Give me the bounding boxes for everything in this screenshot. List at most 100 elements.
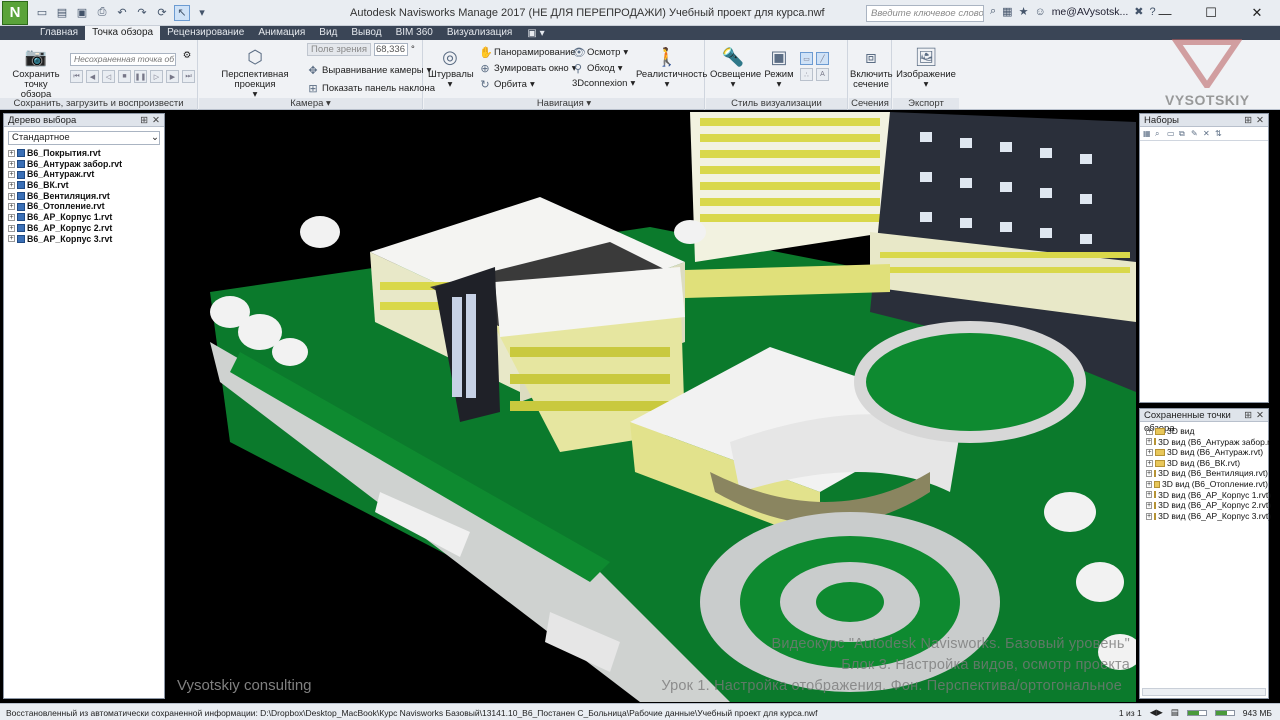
pin-icon[interactable]: ⊞ <box>1244 409 1252 421</box>
mode-button[interactable]: ▣ Режим ▾ <box>760 46 798 90</box>
panel-close-icon[interactable]: ✕ <box>1256 409 1264 421</box>
viewpoint-item[interactable]: +3D вид (В6_Антураж.rvt) <box>1140 447 1268 458</box>
realism-button[interactable]: 🚶 Реалистичность ▾ <box>636 46 707 90</box>
duplicate-icon[interactable]: ⧉ <box>1179 129 1188 138</box>
stop-icon[interactable]: ■ <box>118 70 131 83</box>
save-search-icon[interactable]: ⌕ <box>1155 129 1164 138</box>
save-viewpoint-button[interactable]: 📷 Сохранить точку обзора <box>8 46 64 100</box>
tree-item[interactable]: + В6_АР_Корпус 1.rvt <box>8 212 164 223</box>
play-back-icon[interactable]: ◁ <box>102 70 115 83</box>
open-file-icon[interactable]: ▤ <box>54 5 70 21</box>
pin-icon[interactable]: ⊞ <box>140 114 148 126</box>
maximize-button[interactable]: ☐ <box>1188 0 1234 26</box>
redo-icon[interactable]: ↷ <box>134 5 150 21</box>
3dconnexion-button[interactable]: 3Dconnexion ▾ <box>572 78 635 89</box>
tree-item[interactable]: + В6_Антураж.rvt <box>8 169 164 180</box>
tree-item[interactable]: + В6_Антураж забор.rvt <box>8 159 164 170</box>
viewpoint-item[interactable]: +3D вид (В6_АР_Корпус 3.rvt) <box>1140 511 1271 522</box>
lines-icon[interactable]: ╱ <box>816 52 829 65</box>
tab-view[interactable]: Вид <box>312 26 344 40</box>
fov-input[interactable]: 68,336 <box>374 43 408 56</box>
tab-review[interactable]: Рецензирование <box>160 26 251 40</box>
viewpoint-item[interactable]: +3D вид (В6_Отопление.rvt) <box>1140 479 1268 490</box>
enable-sectioning-button[interactable]: ⧈ Включить сечение <box>850 46 893 90</box>
align-camera-button[interactable]: ✥ Выравнивание камеры ▾ <box>307 64 431 77</box>
3d-viewport[interactable]: Vysotskiy consulting Видеокурс "Autodesk… <box>170 112 1136 702</box>
tab-home[interactable]: Главная <box>33 26 85 40</box>
tree-item[interactable]: + В6_Покрытия.rvt <box>8 148 164 159</box>
pan-button[interactable]: ✋ Панорамирование <box>479 46 576 59</box>
tab-bim360[interactable]: BIM 360 <box>389 26 440 40</box>
tree-item[interactable]: + В6_Отопление.rvt <box>8 201 164 212</box>
look-button[interactable]: 👁 Осмотр ▾ <box>572 46 628 59</box>
user-account[interactable]: me@AVysotsk... <box>1052 6 1129 18</box>
new-folder-icon[interactable]: ▭ <box>1167 129 1176 138</box>
last-frame-icon[interactable]: ⏭ <box>182 70 195 83</box>
viewpoint-item[interactable]: +3D вид (В6_АР_Корпус 1.rvt) <box>1140 490 1271 501</box>
play-icon[interactable]: ▷ <box>150 70 163 83</box>
brand-logo <box>1171 38 1243 100</box>
import-export-icon[interactable]: ⇅ <box>1215 129 1224 138</box>
save-icon[interactable]: ▣ <box>74 5 90 21</box>
tab-viewpoint[interactable]: Точка обзора <box>85 26 161 40</box>
saved-viewpoints-panel: Сохраненные точки обзора ⊞✕ +3D вид +3D … <box>1139 408 1271 699</box>
favorites-star-icon[interactable]: ★ <box>1019 5 1029 18</box>
user-icon[interactable]: ☺ <box>1034 6 1045 18</box>
first-frame-icon[interactable]: ⏮ <box>70 70 83 83</box>
lighting-button[interactable]: 🔦 Освещение ▾ <box>710 46 761 90</box>
save-selection-icon[interactable]: ▦ <box>1143 129 1152 138</box>
panel-close-icon[interactable]: ✕ <box>1256 114 1264 126</box>
qat-dropdown-icon[interactable]: ▾ <box>194 5 210 21</box>
pin-icon[interactable]: ⊞ <box>1244 114 1252 126</box>
refresh-icon[interactable]: ⟳ <box>154 5 170 21</box>
text-icon[interactable]: A <box>816 68 829 81</box>
app-menu-button[interactable]: N <box>2 0 28 25</box>
new-file-icon[interactable]: ▭ <box>34 5 50 21</box>
subscription-icon[interactable]: ▦ <box>1002 5 1012 18</box>
undo-icon[interactable]: ↶ <box>114 5 130 21</box>
tree-item[interactable]: + В6_ВК.rvt <box>8 180 164 191</box>
viewpoint-item[interactable]: +3D вид (В6_ВК.rvt) <box>1140 458 1268 469</box>
close-button[interactable]: ✕ <box>1234 0 1280 26</box>
binoculars-icon[interactable]: ⌕ <box>990 5 996 18</box>
horizontal-scrollbar[interactable] <box>1142 688 1266 696</box>
print-icon[interactable]: ⎙ <box>94 5 110 21</box>
panel-close-icon[interactable]: ✕ <box>152 114 160 126</box>
points-icon[interactable]: ∴ <box>800 68 813 81</box>
viewpoint-item[interactable]: +3D вид (В6_Антураж забор.r <box>1140 437 1270 448</box>
viewpoint-item[interactable]: +3D вид <box>1140 426 1268 437</box>
sheet-browser-icon[interactable]: ▤ <box>1171 707 1179 718</box>
viewpoint-settings-icon[interactable]: ⚙ <box>179 51 195 61</box>
perspective-button[interactable]: ⬡ Перспективная проекция ▾ <box>204 46 306 100</box>
pause-icon[interactable]: ❚❚ <box>134 70 147 83</box>
viewpoint-dropdown[interactable]: Несохраненная точка об <box>70 53 176 66</box>
file-icon <box>17 202 25 211</box>
select-cursor-icon[interactable]: ↖ <box>174 4 190 21</box>
tab-visualization[interactable]: Визуализация <box>440 26 519 40</box>
export-image-button[interactable]: 🖼 Изображение ▾ <box>895 46 957 90</box>
sheet-nav-icon[interactable]: ◀▶ <box>1150 707 1163 718</box>
add-comment-icon[interactable]: ✎ <box>1191 129 1200 138</box>
minimize-button[interactable]: — <box>1142 0 1188 26</box>
search-input[interactable]: Введите ключевое слово/фразу <box>866 5 984 22</box>
walk-button[interactable]: ⚲ Обход ▾ <box>572 62 623 75</box>
delete-icon[interactable]: ✕ <box>1203 129 1212 138</box>
orbit-button[interactable]: ↻ Орбита ▾ <box>479 78 534 91</box>
viewpoint-item[interactable]: +3D вид (В6_АР_Корпус 2.rvt) <box>1140 500 1271 511</box>
tree-item[interactable]: + В6_АР_Корпус 3.rvt <box>8 234 164 245</box>
model-scene <box>210 112 1136 702</box>
tree-item[interactable]: + В6_Вентиляция.rvt <box>8 191 164 202</box>
wheels-button[interactable]: ◎ Штурвалы ▾ <box>428 46 474 90</box>
prev-icon[interactable]: ◀ <box>86 70 99 83</box>
surfaces-icon[interactable]: ▭ <box>800 52 813 65</box>
group-label-render: Стиль визуализации <box>706 98 847 109</box>
tab-output[interactable]: Вывод <box>344 26 388 40</box>
tab-animation[interactable]: Анимация <box>251 26 312 40</box>
tree-item[interactable]: + В6_АР_Корпус 2.rvt <box>8 223 164 234</box>
next-icon[interactable]: ▶ <box>166 70 179 83</box>
viewpoint-item[interactable]: +3D вид (В6_Вентиляция.rvt) <box>1140 468 1268 479</box>
tilt-bar-button[interactable]: ⊞ Показать панель наклона <box>307 82 435 95</box>
tree-mode-select[interactable]: Стандартное ⌄ <box>8 131 160 145</box>
zoom-window-button[interactable]: ⊕ Зумировать окно ▾ <box>479 62 576 75</box>
ribbon-options-icon[interactable]: ▣ ▾ <box>527 28 544 39</box>
